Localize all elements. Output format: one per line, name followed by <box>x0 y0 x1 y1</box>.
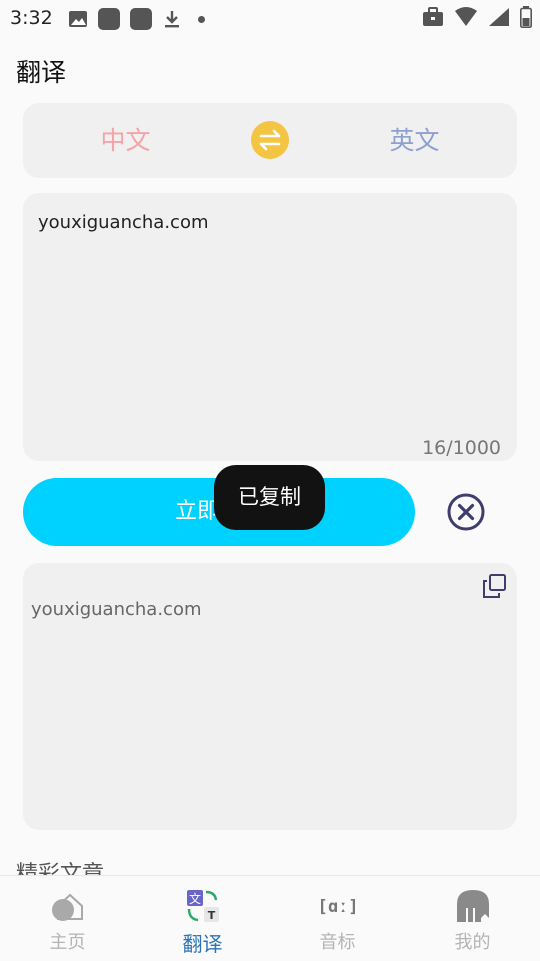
svg-text:[ɑː]: [ɑː] <box>320 897 356 917</box>
swap-languages-button[interactable] <box>251 121 289 159</box>
source-language-button[interactable]: 中文 <box>23 103 228 178</box>
system-icons <box>422 6 532 28</box>
nav-item-phonetic[interactable]: [ɑː] 音标 <box>270 876 405 961</box>
nav-label-home: 主页 <box>49 932 86 953</box>
source-text-input[interactable]: youxiguancha.com 16/1000 <box>23 193 517 461</box>
work-profile-icon <box>423 7 443 26</box>
copy-button[interactable] <box>481 573 507 599</box>
status-time: 3:32 <box>10 7 53 29</box>
section-title: 精彩文章 <box>16 862 105 876</box>
nav-label-translate: 翻译 <box>182 932 223 956</box>
copy-icon <box>483 574 506 598</box>
notification-icons <box>68 8 205 30</box>
nav-label-profile: 我的 <box>454 932 491 953</box>
phonetic-icon: [ɑː] <box>320 897 356 917</box>
status-bar: 3:32 <box>0 0 540 36</box>
nav-label-phonetic: 音标 <box>319 932 356 953</box>
more-notifications-icon <box>198 15 205 23</box>
language-switch-bar: 中文 英文 <box>23 103 517 178</box>
clear-button[interactable] <box>446 492 486 532</box>
nav-item-translate[interactable]: 文 T 翻译 <box>135 876 270 961</box>
signal-icon <box>489 8 509 26</box>
svg-text:T: T <box>207 909 215 922</box>
nav-item-home[interactable]: 主页 <box>0 876 135 961</box>
close-circle-icon <box>447 493 485 531</box>
svg-text:文: 文 <box>188 891 200 906</box>
swap-icon <box>259 129 281 151</box>
translate-icon: 文 T <box>186 890 219 922</box>
profile-icon <box>456 890 489 922</box>
battery-icon <box>520 6 532 28</box>
home-icon <box>51 893 83 921</box>
bottom-navigation: 主页 文 T 翻译 [ɑː] 音标 我的 <box>0 875 540 961</box>
character-counter: 16/1000 <box>422 437 501 459</box>
download-icon <box>165 11 179 28</box>
target-language-button[interactable]: 英文 <box>312 103 517 178</box>
translation-output: youxiguancha.com <box>23 563 517 830</box>
output-text: youxiguancha.com <box>31 599 202 620</box>
image-icon <box>69 11 87 27</box>
wifi-icon <box>455 7 477 26</box>
app-notification-icon <box>98 8 120 30</box>
app-notification-icon <box>130 8 152 30</box>
nav-item-profile[interactable]: 我的 <box>405 876 540 961</box>
input-text: youxiguancha.com <box>38 212 209 233</box>
copied-toast: 已复制 <box>214 465 325 530</box>
page-title: 翻译 <box>16 58 67 87</box>
